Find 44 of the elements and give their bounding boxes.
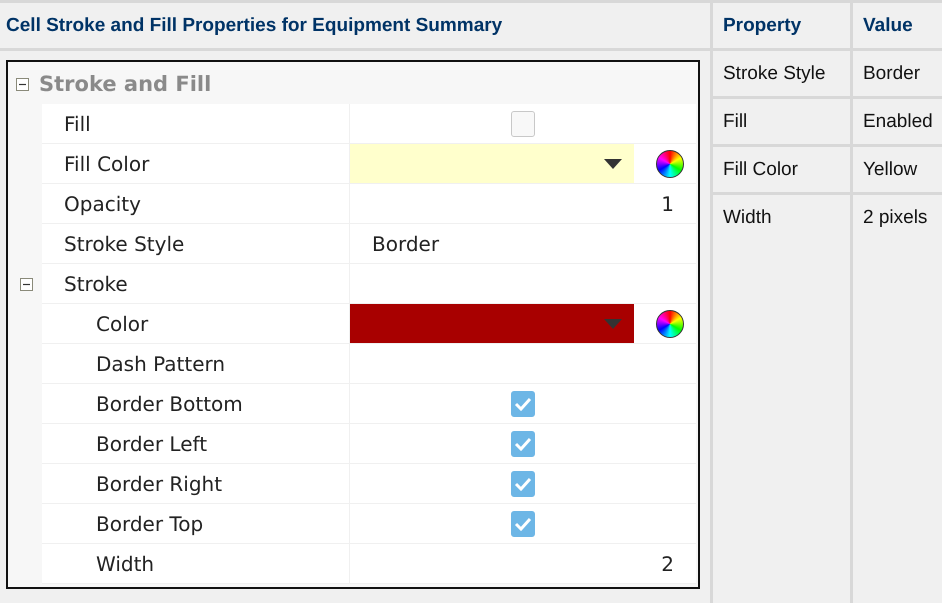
property-label: Color <box>96 312 148 336</box>
property-label: Border Bottom <box>96 392 243 416</box>
color-dropdown[interactable] <box>350 144 634 183</box>
table-cell: Border <box>850 51 942 99</box>
property-label: Stroke Style <box>64 232 184 256</box>
category-header[interactable]: Stroke and Fill <box>10 64 696 104</box>
collapse-icon[interactable] <box>20 278 32 290</box>
checkbox[interactable] <box>511 110 535 136</box>
column-header: Cell Stroke and Fill Properties for Equipment Summary <box>0 3 710 51</box>
table-cell: Fill <box>710 99 850 147</box>
column-header: Property <box>710 3 850 51</box>
checkmark-icon <box>514 516 532 530</box>
color-dropdown[interactable] <box>350 304 634 343</box>
property-label: Dash Pattern <box>96 352 226 376</box>
property-label: Border Left <box>96 432 208 456</box>
table-cell: Yellow <box>850 147 942 195</box>
checkbox[interactable] <box>511 470 535 496</box>
property-label: Stroke <box>64 272 128 296</box>
caret-icon <box>604 158 622 168</box>
property-label: Opacity <box>64 192 141 216</box>
table-cell: Stroke Style <box>710 51 850 99</box>
column-header: Value <box>850 3 942 51</box>
caret-icon <box>604 318 622 328</box>
checkmark-icon <box>514 396 532 410</box>
checkmark-icon <box>514 476 532 490</box>
property-label: Border Right <box>96 472 222 496</box>
color-wheel-icon[interactable] <box>656 310 684 338</box>
collapse-icon[interactable] <box>16 78 29 90</box>
property-value: Border <box>372 232 440 256</box>
checkbox[interactable] <box>511 390 535 416</box>
property-label: Fill Color <box>64 152 150 176</box>
table-cell: Fill Color <box>710 147 850 195</box>
checkbox[interactable] <box>511 430 535 456</box>
table-cell: 2 pixels <box>850 195 942 603</box>
property-label: Border Top <box>96 512 204 536</box>
property-label: Width <box>96 552 154 576</box>
property-label: Fill <box>64 112 91 136</box>
checkbox[interactable] <box>511 510 535 536</box>
property-value: 1 <box>661 192 674 216</box>
table-cell: Width <box>710 195 850 603</box>
checkmark-icon <box>514 436 532 450</box>
table-cell: Enabled <box>850 99 942 147</box>
color-wheel-icon[interactable] <box>656 150 684 178</box>
property-value: 2 <box>661 552 674 576</box>
